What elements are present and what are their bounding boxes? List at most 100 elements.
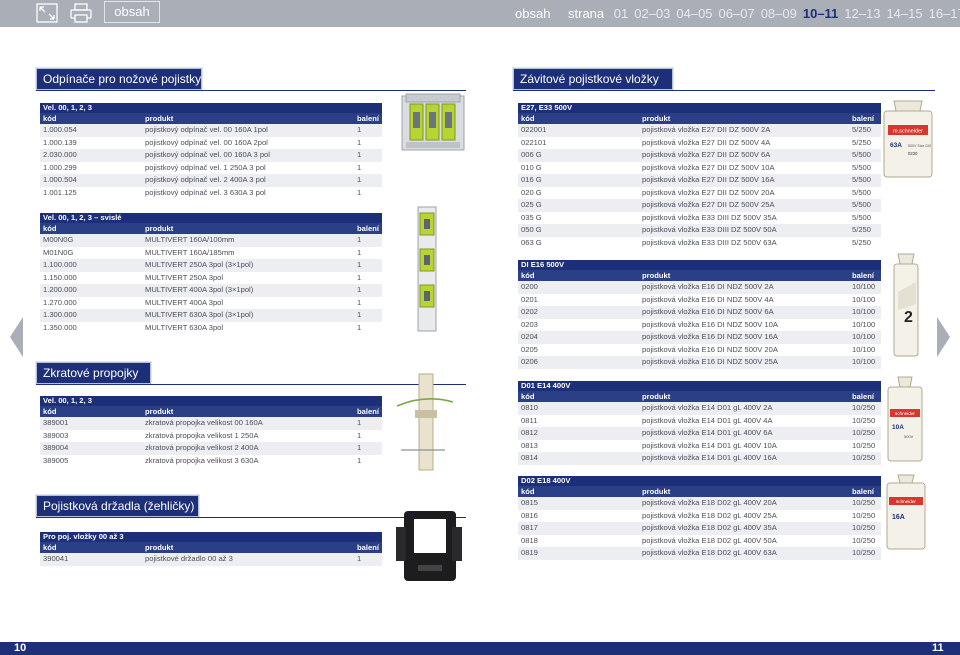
table-row: 0201 pojistková vložka E16 DI NDZ 500V 4A…: [518, 294, 881, 307]
table-d02-e18: D02 E18 400V kód produkt balení 0815 pojistko…: [518, 476, 881, 560]
table-row: 0203 pojistková vložka E16 DI NDZ 500V 10…: [518, 319, 881, 332]
obsah-link-right[interactable]: obsah: [515, 0, 550, 27]
table-row: 0810 pojistková vložka E14 D01 gL 400V 2A…: [518, 402, 881, 415]
table-row: 0816 pojistková vložka E18 D02 gL 400V 25…: [518, 510, 881, 523]
table-caption: Vel. 00, 1, 2, 3: [40, 103, 382, 113]
table-row: 0818 pojistková vložka E18 D02 gL 400V 50…: [518, 535, 881, 548]
table-cell: 022001: [521, 125, 547, 134]
fuse-handle-image: [394, 505, 464, 585]
table-cell: 10/100: [852, 332, 876, 341]
fullscreen-icon[interactable]: [36, 3, 58, 23]
fuse-switch-disconnector-image: [398, 90, 468, 154]
page-footer: 10 11: [0, 642, 960, 655]
obsah-button-left[interactable]: obsah: [104, 1, 160, 23]
column-header: kód: [521, 271, 535, 280]
table-cell: 1.150.000: [43, 272, 77, 282]
table-cell: MULTIVERT 160A/100mm: [145, 235, 235, 244]
column-header: kód: [43, 114, 57, 123]
column-header: produkt: [145, 114, 174, 123]
table-cell: 0204: [521, 332, 538, 341]
table-cell: 016 G: [521, 175, 542, 184]
page-link[interactable]: 04–05: [676, 6, 712, 21]
table-cell: pojistková vložka E16 DI NDZ 500V 16A: [642, 332, 778, 341]
table-cell: MULTIVERT 400A 3pol (3×1pol): [145, 285, 254, 294]
table-cell: 5/250: [852, 137, 872, 147]
table-cell: M01N0G: [43, 247, 74, 257]
column-header: balení: [852, 271, 874, 280]
table-cell: MULTIVERT 630A 3pol: [145, 322, 224, 332]
fuse-d01-spec: 500V: [904, 434, 914, 439]
table-caption: D01 E14 400V: [518, 381, 881, 391]
column-header: produkt: [642, 487, 671, 496]
table-body: 1.000.054 pojistkový odpínač vel. 00 160A…: [40, 124, 382, 199]
table-cell: 022101: [521, 137, 547, 147]
column-header: produkt: [145, 407, 174, 416]
page-link[interactable]: 16–17: [929, 6, 960, 21]
table-cell: pojistková vložka E16 DI NDZ 500V 10A: [642, 319, 778, 329]
table-cell: 0817: [521, 523, 538, 532]
table-cell: 0810: [521, 403, 538, 412]
table-cell: pojistková vložka E18 D02 gL 400V 50A: [642, 535, 777, 545]
table-zkratove-propojky: Vel. 00, 1, 2, 3 kód produkt balení 389001 zk…: [40, 396, 382, 467]
table-cell: pojistkový odpínač vel. 3 630A 3 pol: [145, 187, 266, 197]
table-cell: pojistková vložka E16 DI NDZ 500V 6A: [642, 307, 774, 316]
table-cell: zkratová propojka velikost 1 250A: [145, 430, 259, 440]
table-body: 0200 pojistková vložka E16 DI NDZ 500V 2A…: [518, 281, 881, 369]
table-cell: 063 G: [521, 237, 542, 247]
table-cell: 1: [357, 125, 362, 134]
table-row: 1.000.504 pojistkový odpínač vel. 2 400A …: [40, 174, 382, 187]
column-header: kód: [43, 407, 57, 416]
fuse-d02-image: schneider 16A: [882, 473, 930, 555]
table-row: 1.300.000 MULTIVERT 630A 3pol (3×1pol) 1: [40, 309, 382, 322]
table-cell: pojistková vložka E16 DI NDZ 500V 2A: [642, 282, 774, 291]
table-cell: 5/500: [852, 200, 872, 209]
table-cell: pojistková vložka E14 D01 gL 400V 16A: [642, 453, 777, 462]
fuse-e16-image: 2: [886, 252, 926, 360]
page-link[interactable]: 06–07: [719, 6, 755, 21]
table-row: 0819 pojistková vložka E18 D02 gL 400V 63…: [518, 547, 881, 560]
table-row: 0813 pojistková vložka E14 D01 gL 400V 10…: [518, 440, 881, 453]
table-cell: 389004: [43, 443, 69, 452]
table-cell: 1: [357, 430, 362, 440]
table-cell: pojistková vložka E27 DII DZ 500V 20A: [642, 187, 775, 197]
table-row: 1.150.000 MULTIVERT 250A 3pol 1: [40, 272, 382, 285]
table-row: 022101 pojistková vložka E27 DII DZ 500V …: [518, 137, 881, 150]
table-cell: 389001: [43, 418, 69, 427]
page-link[interactable]: 08–09: [761, 6, 797, 21]
table-row: 016 G pojistková vložka E27 DII DZ 500V 1…: [518, 174, 881, 187]
page-link[interactable]: 02–03: [634, 6, 670, 21]
table-cell: 0814: [521, 453, 538, 462]
table-cell: 10/100: [852, 294, 876, 304]
top-navigation-bar: obsah obsah strana 01 02–03 04–05 06–07 08–0…: [0, 0, 960, 27]
table-cell: 1: [357, 175, 362, 184]
table-row: 0815 pojistková vložka E18 D02 gL 400V 20…: [518, 497, 881, 510]
table-cell: MULTIVERT 250A 3pol (3×1pol): [145, 260, 254, 269]
page-link[interactable]: 01: [614, 6, 628, 21]
table-cell: 5/500: [852, 150, 872, 159]
table-cell: 1: [357, 285, 362, 294]
table-row: 389004 zkratová propojka velikost 2 400A 1: [40, 442, 382, 455]
table-cell: 0206: [521, 357, 538, 366]
multivert-strip-image: [412, 205, 442, 333]
table-cell: zkratová propojka velikost 2 400A: [145, 443, 259, 452]
table-caption: Vel. 00, 1, 2, 3 – svislé: [40, 213, 382, 223]
table-row: 0812 pojistková vložka E14 D01 gL 400V 6A…: [518, 427, 881, 440]
table-body: 389001 zkratová propojka velikost 00 160A…: [40, 417, 382, 467]
table-cell: MULTIVERT 250A 3pol: [145, 272, 224, 282]
print-icon[interactable]: [70, 3, 92, 23]
page-link[interactable]: 10–11: [803, 6, 838, 21]
page-link[interactable]: 14–15: [886, 6, 922, 21]
column-header: produkt: [145, 224, 174, 233]
table-row: 2.030.000 pojistkový odpínač vel. 00 160A…: [40, 149, 382, 162]
table-cell: 10/250: [852, 510, 876, 520]
table-cell: pojistková vložka E27 DII DZ 500V 25A: [642, 200, 775, 209]
short-circuit-link-image: [395, 372, 455, 472]
previous-page-arrow-icon[interactable]: [10, 317, 23, 357]
table-row: 1.350.000 MULTIVERT 630A 3pol 1: [40, 322, 382, 335]
page-number-left: 10: [14, 642, 27, 654]
column-header: balení: [357, 114, 379, 123]
table-cell: 0205: [521, 344, 538, 354]
table-cell: 10/100: [852, 319, 876, 329]
next-page-arrow-icon[interactable]: [937, 317, 950, 357]
page-link[interactable]: 12–13: [844, 6, 880, 21]
